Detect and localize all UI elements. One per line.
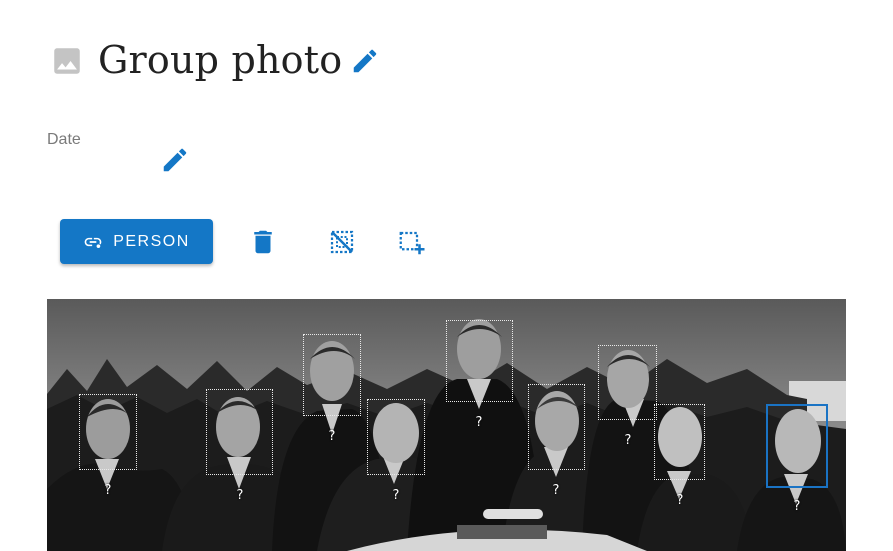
face-region[interactable] <box>598 345 657 420</box>
face-region[interactable] <box>654 404 705 480</box>
add-region-button[interactable] <box>397 228 427 258</box>
face-label[interactable]: ? <box>476 415 483 430</box>
remove-region-button[interactable] <box>327 227 357 257</box>
face-label[interactable]: ? <box>625 433 632 448</box>
face-label[interactable]: ? <box>105 483 112 498</box>
face-region[interactable] <box>303 334 361 416</box>
pencil-icon <box>353 49 377 73</box>
link-person-button[interactable]: PERSON <box>60 219 213 264</box>
region-off-icon <box>330 230 354 254</box>
delete-button[interactable] <box>248 227 278 257</box>
edit-title-button[interactable] <box>350 46 380 76</box>
edit-date-button[interactable] <box>160 145 190 175</box>
pencil-icon <box>163 148 187 172</box>
person-button-label: PERSON <box>113 232 190 250</box>
face-label[interactable]: ? <box>677 493 684 508</box>
face-region[interactable] <box>79 394 137 470</box>
face-region[interactable] <box>528 384 585 470</box>
date-label: Date <box>47 131 81 148</box>
face-region[interactable] <box>367 399 425 475</box>
face-region-selected[interactable] <box>766 404 828 488</box>
region-add-icon <box>399 231 425 255</box>
link-person-icon <box>84 237 102 248</box>
face-label[interactable]: ? <box>237 488 244 503</box>
image-icon <box>50 44 84 78</box>
face-region[interactable] <box>206 389 273 475</box>
face-label[interactable]: ? <box>329 429 336 444</box>
trash-icon <box>254 230 272 254</box>
group-photo[interactable]: ? ? ? ? ? ? ? ? ? ? <box>47 299 846 551</box>
face-label[interactable]: ? <box>553 483 560 498</box>
face-region[interactable] <box>446 320 513 402</box>
face-label[interactable]: ? <box>794 499 801 514</box>
face-label[interactable]: ? <box>393 488 400 503</box>
page-title: Group photo <box>98 38 343 82</box>
